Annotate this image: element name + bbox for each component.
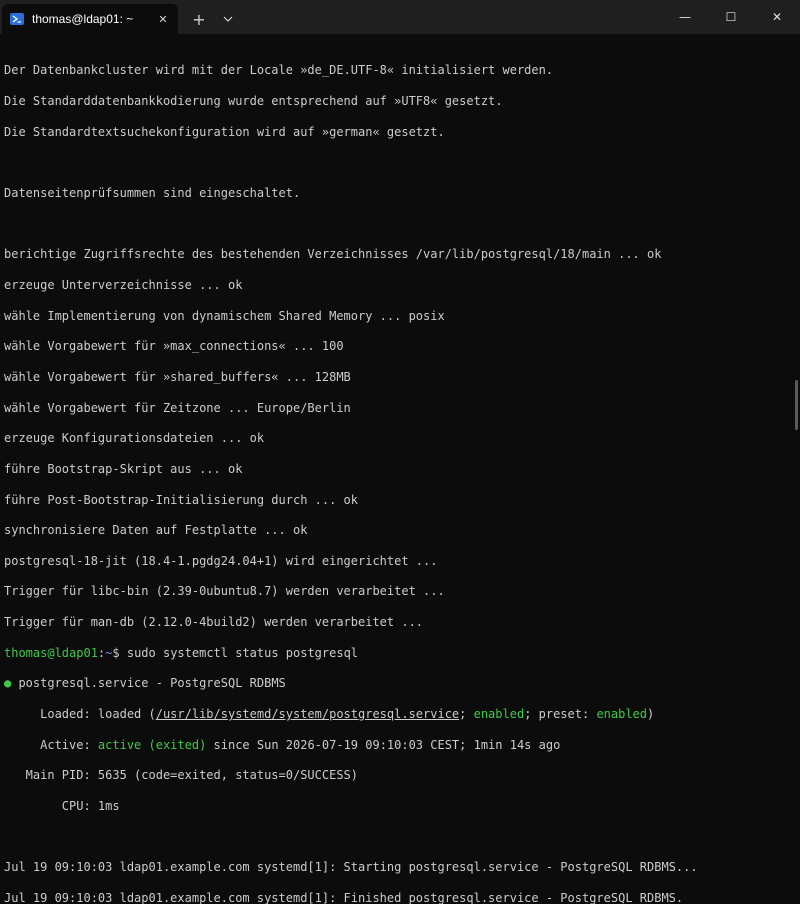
loaded-path: /usr/lib/systemd/system/postgresql.servi… [155, 707, 460, 722]
output-line: wähle Vorgabewert für »shared_buffers« .… [4, 369, 351, 384]
output-line: erzeuge Konfigurationsdateien ... ok [4, 431, 265, 446]
active-since: since Sun 2026-07-19 09:10:03 CEST; 1min… [206, 737, 561, 752]
output-line: postgresql-18-jit (18.4-1.pgdg24.04+1) w… [4, 553, 438, 568]
output-line: Datenseitenprüfsummen sind eingeschaltet… [4, 185, 301, 200]
new-tab-button[interactable]: + [182, 4, 216, 34]
chevron-down-icon[interactable] [216, 4, 240, 34]
active-label: Active: [4, 737, 98, 752]
log-line: Jul 19 09:10:03 ldap01.example.com syste… [4, 891, 684, 904]
preset-enabled-value: enabled [596, 707, 648, 722]
output-line: führe Post-Bootstrap-Initialisierung dur… [4, 492, 359, 507]
output-line: Die Standarddatenbankkodierung wurde ent… [4, 93, 503, 108]
window-controls: — ☐ ✕ [662, 0, 800, 34]
tab-close-icon[interactable]: ✕ [152, 8, 174, 30]
prompt-colon: : [97, 645, 106, 660]
prompt-dollar: $ [112, 645, 127, 660]
command-line: thomas@ldap01:~$ sudo systemctl status p… [4, 646, 788, 661]
active-status: active (exited) [97, 737, 207, 752]
tab-title: thomas@ldap01: ~ [32, 12, 134, 26]
title-bar: thomas@ldap01: ~ ✕ + — ☐ ✕ [0, 0, 800, 34]
close-button[interactable]: ✕ [754, 0, 800, 34]
loaded-mid: ; [459, 707, 474, 722]
mainpid-line: Main PID: 5635 (code=exited, status=0/SU… [4, 768, 359, 783]
loaded-label: Loaded: [4, 707, 98, 722]
output-line: berichtige Zugriffsrechte des bestehende… [4, 247, 662, 262]
status-title: postgresql.service - PostgreSQL RDBMS [11, 676, 286, 691]
active-line: Active: active (exited) since Sun 2026-0… [4, 738, 788, 753]
output-line: Trigger für man-db (2.12.0-4build2) werd… [4, 615, 424, 630]
output-line: wähle Implementierung von dynamischem Sh… [4, 308, 445, 323]
output-line: wähle Vorgabewert für »max_connections« … [4, 339, 344, 354]
powershell-icon [10, 13, 24, 25]
prompt-path: ~ [105, 645, 113, 660]
output-line: erzeuge Unterverzeichnisse ... ok [4, 277, 243, 292]
prompt-user: thomas@ldap01 [4, 645, 98, 660]
output-line: synchronisiere Daten auf Festplatte ... … [4, 523, 308, 538]
status-title-line: ● postgresql.service - PostgreSQL RDBMS [4, 676, 788, 691]
terminal-output[interactable]: Der Datenbankcluster wird mit der Locale… [0, 34, 792, 904]
command-text: sudo systemctl status postgresql [126, 645, 359, 660]
output-line: wähle Vorgabewert für Zeitzone ... Europ… [4, 400, 351, 415]
loaded-pre: loaded ( [97, 707, 156, 722]
output-line: Die Standardtextsuchekonfiguration wird … [4, 124, 445, 139]
loaded-line: Loaded: loaded (/usr/lib/systemd/system/… [4, 707, 788, 722]
output-line: Trigger für libc-bin (2.39-0ubuntu8.7) w… [4, 584, 445, 599]
status-dot-icon: ● [4, 676, 12, 691]
output-line: führe Bootstrap-Skript aus ... ok [4, 461, 243, 476]
minimize-button[interactable]: — [662, 0, 708, 34]
terminal-window: thomas@ldap01: ~ ✕ + — ☐ ✕ Der Datenbank… [0, 0, 800, 904]
cpu-line: CPU: 1ms [4, 799, 120, 814]
scrollbar[interactable] [795, 380, 798, 430]
output-line: Der Datenbankcluster wird mit der Locale… [4, 63, 554, 78]
log-line: Jul 19 09:10:03 ldap01.example.com syste… [4, 860, 698, 875]
tab-terminal[interactable]: thomas@ldap01: ~ ✕ [2, 4, 178, 34]
enabled-value: enabled [473, 707, 525, 722]
maximize-button[interactable]: ☐ [708, 0, 754, 34]
loaded-preset: ; preset: [524, 707, 597, 722]
loaded-end: ) [647, 707, 655, 722]
